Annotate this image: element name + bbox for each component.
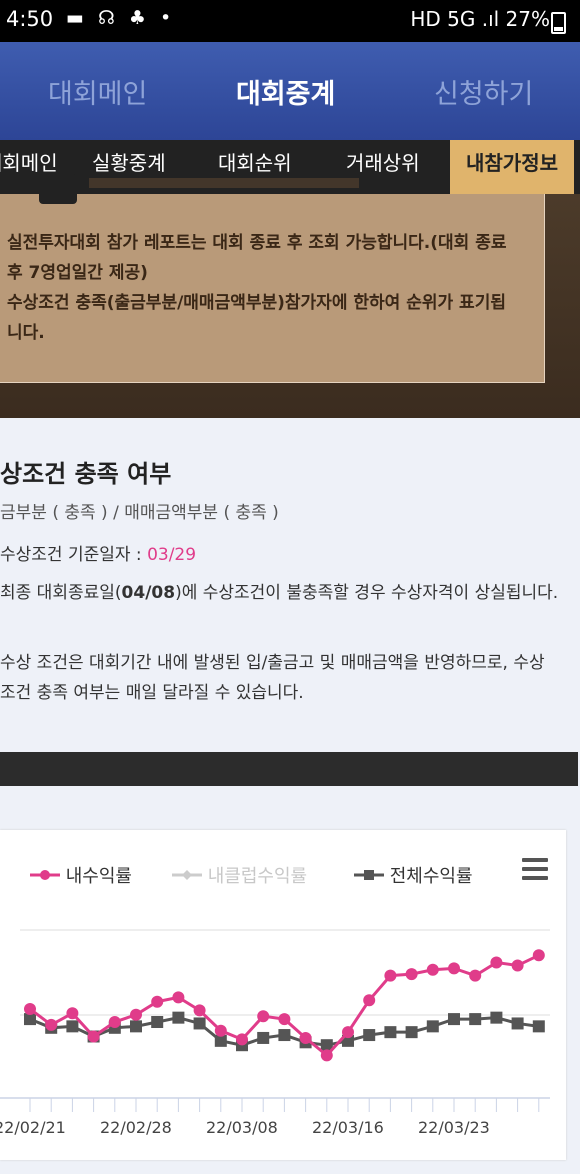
series-mine-point xyxy=(320,1049,333,1062)
status-indicators: HD 5G .ıl 27% xyxy=(410,7,550,31)
return-chart: 내수익률 내클럽수익률 전체수익률 22/02/21 22/02/28 22/0… xyxy=(0,830,566,1160)
series-total-point xyxy=(320,1039,333,1052)
base-date-value: 03/29 xyxy=(147,545,197,565)
award-status-section: 상조건 충족 여부 금부분 ( 충족 ) / 매매금액부분 ( 충족 ) 수상조… xyxy=(0,418,580,752)
series-mine-point xyxy=(405,968,418,981)
series-total-point xyxy=(24,1013,36,1026)
final-prefix: 최종 대회종료일( xyxy=(0,583,122,603)
chart-section: 내수익률 내클럽수익률 전체수익률 22/02/21 22/02/28 22/0… xyxy=(0,786,580,1174)
chart-menu-icon[interactable] xyxy=(522,858,548,885)
series-mine-point xyxy=(24,1002,36,1015)
section-divider xyxy=(0,752,578,786)
series-mine-point xyxy=(532,949,545,962)
series-mine-point xyxy=(257,1010,270,1023)
award-status-summary: 금부분 ( 충족 ) / 매매금액부분 ( 충족 ) xyxy=(0,503,279,523)
legend-total-return-label: 전체수익률 xyxy=(389,866,473,887)
award-base-date: 수상조건 기준일자 : 03/29 xyxy=(0,540,560,570)
series-total-point xyxy=(384,1026,397,1039)
series-total-point xyxy=(236,1039,248,1052)
series-total-point xyxy=(405,1026,418,1039)
legend-club-return-label: 내클럽수익률 xyxy=(207,866,308,887)
series-mine-point xyxy=(151,995,164,1008)
status-bar: 4:50 ▬ ☊ ♣ • HD 5G .ıl 27% xyxy=(0,0,580,42)
award-status-title: 상조건 충족 여부 xyxy=(0,460,172,488)
series-total-point xyxy=(87,1030,100,1043)
series-total-point xyxy=(448,1013,460,1026)
legend-my-return[interactable]: 내수익률 xyxy=(30,862,132,888)
award-final-note: 최종 대회종료일(04/08)에 수상조건이 불충족할 경우 수상자격이 상실됩… xyxy=(0,578,560,608)
series-mine-point xyxy=(87,1030,100,1043)
series-mine-point xyxy=(299,1031,312,1044)
series-mine-point xyxy=(278,1013,291,1026)
series-total-point xyxy=(257,1031,270,1044)
series-mine-point xyxy=(108,1016,121,1028)
final-suffix: )에 수상조건이 불충족할 경우 수상자격이 상실됩니다. xyxy=(175,583,559,603)
base-date-label: 수상조건 기준일자 : xyxy=(0,545,148,565)
series-mine-point xyxy=(490,956,503,969)
x-tick-label: 22/03/23 xyxy=(418,1118,490,1137)
series-mine-point xyxy=(511,959,524,972)
series-mine-point xyxy=(426,963,439,976)
award-condition-note: 수상 조건은 대회기간 내에 발생된 입/출금고 및 매매금액을 반영하므로, … xyxy=(0,653,545,703)
series-total-point xyxy=(299,1036,312,1049)
notice-heading-cut xyxy=(89,178,359,188)
series-mine-point xyxy=(363,994,376,1007)
legend-my-return-marker xyxy=(30,870,60,880)
series-mine-point xyxy=(469,969,482,982)
notice-line-1: 실전투자대회 참가 레포트는 대회 종료 후 조회 가능합니다.(대회 종료 후… xyxy=(7,233,507,283)
series-mine-point xyxy=(342,1026,354,1039)
legend-my-return-label: 내수익률 xyxy=(65,866,132,887)
subnav-my-info[interactable]: 내참가정보 xyxy=(450,140,574,194)
x-tick-label: 22/02/21 xyxy=(0,1118,66,1137)
series-total-point xyxy=(490,1011,503,1024)
legend-club-return[interactable]: 내클럽수익률 xyxy=(172,862,307,888)
series-mine-point xyxy=(214,1024,227,1037)
notice-box: 실전투자대회 참가 레포트는 대회 종료 후 조회 가능합니다.(대회 종료 후… xyxy=(0,174,545,383)
series-mine-point xyxy=(384,969,397,982)
series-total-point xyxy=(469,1013,482,1026)
series-total-point xyxy=(66,1020,79,1033)
series-mine-point xyxy=(236,1033,248,1046)
x-tick-label: 22/02/28 xyxy=(100,1118,172,1137)
series-total-point xyxy=(193,1017,206,1030)
x-tick-label: 22/03/08 xyxy=(206,1118,278,1137)
series-total-point xyxy=(130,1020,142,1033)
tab-apply[interactable]: 신청하기 xyxy=(434,72,533,111)
series-mine-point xyxy=(193,1004,206,1017)
series-total-point xyxy=(108,1021,121,1034)
series-total-line xyxy=(29,1016,540,1047)
series-mine-line xyxy=(29,953,540,1058)
battery-icon xyxy=(551,12,566,34)
x-tick-label: 22/03/16 xyxy=(312,1118,384,1137)
series-total-point xyxy=(342,1034,354,1047)
series-mine-point xyxy=(448,962,460,975)
report-icon xyxy=(39,174,77,204)
series-total-point xyxy=(278,1029,291,1042)
status-time: 4:50 xyxy=(6,7,54,31)
legend-total-return-marker xyxy=(354,870,384,880)
series-mine-point xyxy=(172,991,185,1004)
series-total-point xyxy=(532,1020,545,1033)
series-total-point xyxy=(426,1020,439,1033)
series-total-point xyxy=(45,1021,58,1034)
tab-competition-live[interactable]: 대회중계 xyxy=(236,72,335,111)
notice-line-2: 수상조건 충족(출금부분/매매금액부분)참가자에 한하여 순위가 표기됩니다. xyxy=(7,293,506,343)
tab-competition-main[interactable]: 대회메인 xyxy=(48,72,147,111)
series-total-point xyxy=(511,1017,524,1030)
series-total-point xyxy=(363,1029,376,1042)
series-mine-point xyxy=(45,1018,58,1031)
final-date: 04/08 xyxy=(121,583,176,603)
legend-club-return-marker xyxy=(172,870,202,880)
top-nav: 대회메인 대회중계 신청하기 xyxy=(0,42,580,140)
series-mine-point xyxy=(66,1007,79,1020)
legend-total-return[interactable]: 전체수익률 xyxy=(354,862,473,888)
series-total-point xyxy=(151,1016,164,1028)
series-total-point xyxy=(214,1034,227,1047)
notification-icons: ▬ ☊ ♣ • xyxy=(66,7,176,29)
notice-section: 실전투자대회 참가 레포트는 대회 종료 후 조회 가능합니다.(대회 종료 후… xyxy=(0,174,580,418)
series-mine-point xyxy=(130,1008,142,1021)
series-total-point xyxy=(172,1011,185,1024)
